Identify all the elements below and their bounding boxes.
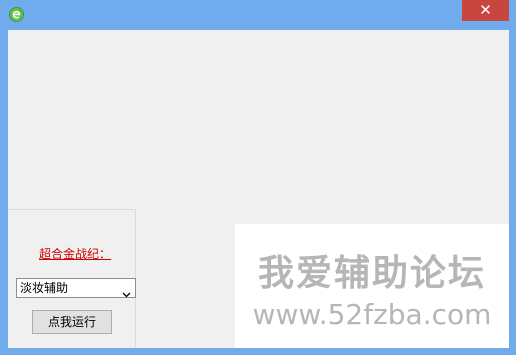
watermark-url: www.52fzba.com [252,298,492,331]
watermark: 我爱辅助论坛 www.52fzba.com [235,224,509,348]
mode-select[interactable]: 淡妆辅助 [16,278,136,298]
chevron-down-icon [122,285,131,303]
game-link-label[interactable]: 超合金战纪： [39,245,111,262]
app-window: ✕ 超合金战纪： 淡妆辅助 点我运行 我爱辅助论坛 www.52fzba.com [0,0,516,355]
close-button[interactable]: ✕ [462,0,509,21]
watermark-title: 我爱辅助论坛 [257,253,486,294]
close-icon: ✕ [479,1,492,19]
mode-select-value: 淡妆辅助 [20,281,69,295]
title-bar[interactable]: ✕ [0,0,516,30]
run-button[interactable]: 点我运行 [32,310,112,334]
app-e-icon [9,7,24,22]
